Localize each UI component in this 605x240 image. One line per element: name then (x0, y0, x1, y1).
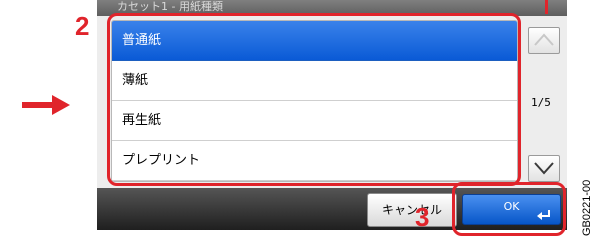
ok-highlight-frame (452, 182, 566, 236)
list-highlight-frame (107, 13, 521, 186)
chevron-up-icon (534, 33, 554, 46)
scroll-down-button[interactable] (528, 155, 560, 182)
step-callout-2: 2 (75, 11, 90, 41)
screen-title: カセット1 - 用紙種類 (117, 0, 223, 13)
right-arrow-icon (22, 95, 70, 115)
step-callout-3: 3 (415, 202, 430, 232)
scroll-up-button[interactable] (528, 27, 560, 54)
cancel-button[interactable]: キャンセル (367, 193, 457, 227)
figure-id: GB0221-00 (581, 179, 593, 236)
page-indicator: 1/5 (531, 96, 551, 109)
chevron-down-icon (534, 162, 554, 175)
cancel-button-label: キャンセル (381, 203, 442, 217)
scrollbar-marker-line (545, 0, 548, 14)
